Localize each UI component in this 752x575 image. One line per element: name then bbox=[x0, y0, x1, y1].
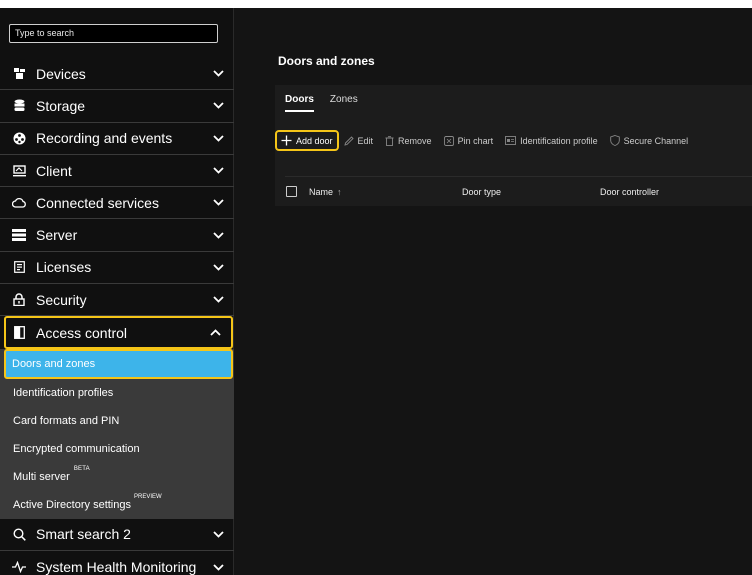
sidebar-item-storage[interactable]: Storage bbox=[0, 90, 234, 123]
main-content: Doors and zones Doors Zones Add door Edi… bbox=[234, 8, 752, 575]
chevron-down-icon bbox=[212, 294, 224, 306]
sidebar-item-system-health[interactable]: System Health Monitoring bbox=[0, 551, 234, 575]
sidebar-item-label: Storage bbox=[36, 97, 86, 114]
sidebar-item-recording[interactable]: Recording and events bbox=[0, 123, 234, 155]
column-label: Name bbox=[309, 186, 334, 197]
chevron-down-icon bbox=[212, 165, 224, 177]
subnav-doors-and-zones[interactable]: Doors and zones bbox=[4, 348, 233, 379]
subnav-label: Identification profiles bbox=[13, 386, 114, 399]
tab-zones[interactable]: Zones bbox=[330, 94, 358, 112]
add-door-button[interactable]: Add door bbox=[275, 130, 339, 151]
subnav-label: Multi server bbox=[13, 470, 70, 483]
doors-panel: Doors Zones Add door Edit Remove Pin cha… bbox=[275, 85, 752, 206]
sidebar-item-licenses[interactable]: Licenses bbox=[0, 252, 234, 285]
sidebar-item-label: Smart search 2 bbox=[36, 526, 131, 543]
sidebar-item-label: Devices bbox=[36, 65, 86, 82]
sidebar-item-client[interactable]: Client bbox=[0, 155, 234, 188]
client-icon bbox=[12, 164, 26, 178]
shield-icon bbox=[609, 135, 620, 146]
search-container bbox=[0, 8, 233, 54]
pencil-icon bbox=[343, 135, 354, 146]
sidebar-item-label: Client bbox=[36, 162, 72, 179]
subnav-label: Card formats and PIN bbox=[13, 414, 120, 427]
server-icon bbox=[12, 228, 26, 242]
sidebar-item-security[interactable]: Security bbox=[0, 284, 234, 317]
pin-chart-label: Pin chart bbox=[457, 135, 494, 146]
sidebar-item-label: System Health Monitoring bbox=[36, 559, 197, 575]
sidebar-nav: Devices Storage Recording and events Cli… bbox=[0, 58, 234, 575]
pin-chart-icon bbox=[443, 135, 454, 146]
sidebar-item-label: Connected services bbox=[36, 194, 159, 211]
chevron-up-icon bbox=[209, 327, 221, 339]
sidebar-item-label: Access control bbox=[36, 324, 128, 341]
identification-profile-button[interactable]: Identification profile bbox=[505, 136, 598, 146]
sidebar-item-access-control[interactable]: Access control bbox=[4, 316, 233, 349]
door-icon bbox=[12, 326, 26, 340]
licenses-icon bbox=[12, 260, 26, 274]
chevron-down-icon bbox=[212, 561, 224, 573]
page-title: Doors and zones bbox=[278, 54, 375, 68]
tab-bar: Doors Zones bbox=[285, 94, 358, 112]
column-header-name[interactable]: Name ↑ bbox=[309, 187, 462, 197]
secure-channel-button[interactable]: Secure Channel bbox=[609, 135, 689, 146]
sort-ascending-icon: ↑ bbox=[337, 186, 342, 197]
sidebar-item-connected-services[interactable]: Connected services bbox=[0, 187, 234, 220]
pulse-icon bbox=[12, 560, 26, 574]
sidebar-item-label: Server bbox=[36, 227, 78, 244]
remove-button[interactable]: Remove bbox=[385, 136, 432, 146]
access-control-submenu: Doors and zones Identification profiles … bbox=[0, 348, 234, 519]
chevron-down-icon bbox=[212, 528, 224, 540]
remove-label: Remove bbox=[398, 135, 432, 146]
trash-icon bbox=[385, 135, 394, 146]
chevron-down-icon bbox=[212, 261, 224, 273]
secure-channel-label: Secure Channel bbox=[623, 135, 689, 146]
chevron-down-icon bbox=[212, 100, 224, 112]
preview-badge: PREVIEW bbox=[133, 493, 162, 500]
pin-chart-button[interactable]: Pin chart bbox=[443, 135, 494, 146]
app-window: Devices Storage Recording and events bbox=[0, 8, 752, 575]
recording-icon bbox=[12, 131, 26, 145]
sidebar-item-label: Recording and events bbox=[36, 130, 173, 147]
toolbar: Add door Edit Remove Pin chart Identific… bbox=[275, 130, 700, 151]
sidebar: Devices Storage Recording and events bbox=[0, 8, 234, 575]
table-header: Name ↑ Door type Door controller bbox=[285, 176, 752, 206]
subnav-label: Doors and zones bbox=[12, 357, 96, 370]
subnav-label: Active Directory settings bbox=[13, 498, 131, 511]
identification-profile-label: Identification profile bbox=[520, 135, 598, 146]
edit-button[interactable]: Edit bbox=[343, 135, 374, 146]
tab-doors[interactable]: Doors bbox=[285, 94, 314, 112]
subnav-label: Encrypted communication bbox=[13, 442, 140, 455]
select-all-checkbox[interactable] bbox=[286, 186, 297, 197]
subnav-identification-profiles[interactable]: Identification profiles bbox=[0, 379, 234, 407]
subnav-encrypted-communication[interactable]: Encrypted communication bbox=[0, 435, 234, 463]
devices-icon bbox=[12, 67, 26, 81]
add-door-label: Add door bbox=[296, 135, 333, 146]
id-card-icon bbox=[505, 136, 517, 145]
sidebar-item-devices[interactable]: Devices bbox=[0, 58, 234, 91]
chevron-down-icon bbox=[212, 132, 224, 144]
sidebar-item-server[interactable]: Server bbox=[0, 219, 234, 252]
chevron-down-icon bbox=[212, 68, 224, 80]
lock-icon bbox=[12, 293, 26, 307]
beta-badge: BETA bbox=[73, 465, 90, 472]
search-input[interactable] bbox=[9, 23, 218, 43]
plus-icon bbox=[281, 135, 292, 146]
search-icon bbox=[12, 527, 26, 541]
column-header-door-type[interactable]: Door type bbox=[462, 187, 600, 197]
cloud-icon bbox=[12, 196, 26, 210]
sidebar-item-smart-search[interactable]: Smart search 2 bbox=[0, 519, 234, 551]
subnav-active-directory[interactable]: Active Directory settings PREVIEW bbox=[0, 491, 234, 519]
sidebar-item-label: Licenses bbox=[36, 259, 92, 276]
chevron-down-icon bbox=[212, 229, 224, 241]
column-header-door-controller[interactable]: Door controller bbox=[600, 187, 740, 197]
sidebar-item-label: Security bbox=[36, 291, 87, 308]
chevron-down-icon bbox=[212, 197, 224, 209]
subnav-multi-server[interactable]: Multi server BETA bbox=[0, 463, 234, 491]
subnav-card-formats[interactable]: Card formats and PIN bbox=[0, 407, 234, 435]
edit-label: Edit bbox=[357, 135, 374, 146]
storage-icon bbox=[12, 99, 26, 113]
